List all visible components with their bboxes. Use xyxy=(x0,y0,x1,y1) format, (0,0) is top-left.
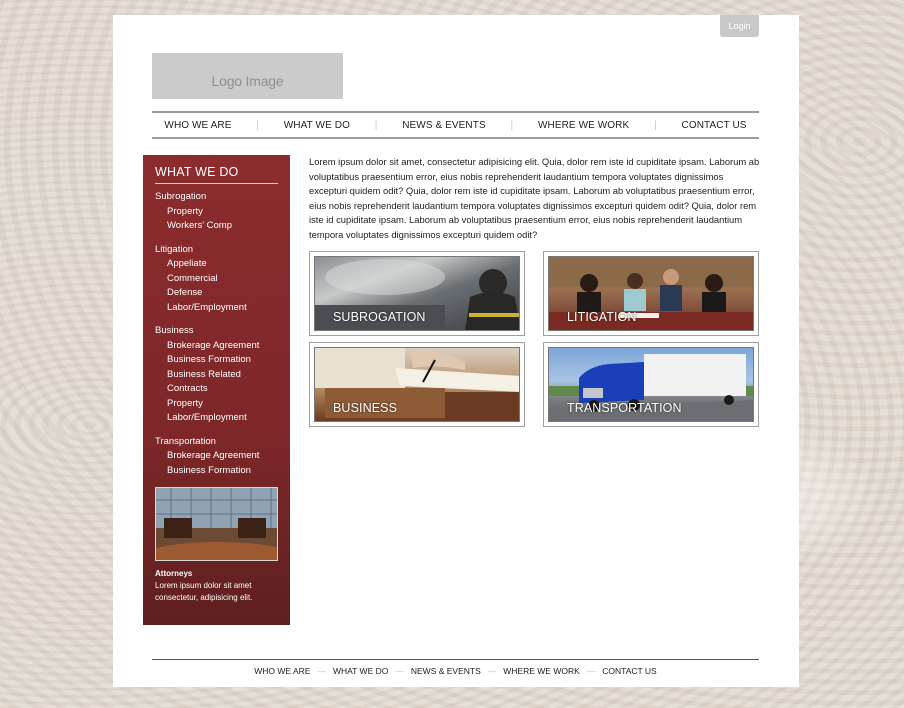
footer-link-news-events[interactable]: NEWS & EVENTS xyxy=(411,666,481,676)
tile-subrogation-caption: SUBROGATION xyxy=(333,310,426,324)
sidebar-link-contracts[interactable]: Contracts xyxy=(155,382,278,397)
sidebar-link-subrogation[interactable]: Subrogation xyxy=(155,190,278,205)
tile-subrogation-image: SUBROGATION xyxy=(314,256,520,331)
nav-news-events[interactable]: NEWS & EVENTS xyxy=(402,120,486,131)
footer-link-who-we-are[interactable]: WHO WE ARE xyxy=(254,666,310,676)
main-nav: WHO WE ARE | WHAT WE DO | NEWS & EVENTS … xyxy=(152,111,759,139)
nav-what-we-do[interactable]: WHAT WE DO xyxy=(284,120,350,131)
nav-separator: | xyxy=(374,119,378,131)
sidebar-group-subrogation: Subrogation Property Workers' Comp xyxy=(155,190,278,234)
sidebar-group-litigation: Litigation Appeliate Commercial Defense … xyxy=(155,243,278,316)
nav-where-we-work[interactable]: WHERE WE WORK xyxy=(538,120,629,131)
login-button[interactable]: Login xyxy=(720,15,759,37)
conference-room-illustration xyxy=(156,488,277,560)
sidebar-link-workers-comp[interactable]: Workers' Comp xyxy=(155,219,278,234)
attorneys-image[interactable] xyxy=(155,487,278,561)
sidebar-link-business-formation[interactable]: Business Formation xyxy=(155,353,278,368)
sidebar-link-property[interactable]: Property xyxy=(155,205,278,220)
sidebar: WHAT WE DO Subrogation Property Workers'… xyxy=(143,155,290,625)
tile-litigation[interactable]: LITIGATION xyxy=(543,251,759,336)
tile-business[interactable]: BUSINESS xyxy=(309,342,525,427)
page-container: Login Logo Image WHO WE ARE | WHAT WE DO… xyxy=(113,15,799,687)
tile-subrogation[interactable]: SUBROGATION xyxy=(309,251,525,336)
sidebar-link-business-formation[interactable]: Business Formation xyxy=(155,464,278,479)
sidebar-title: WHAT WE DO xyxy=(155,165,278,184)
attorneys-title[interactable]: Attorneys xyxy=(155,569,278,578)
nav-who-we-are[interactable]: WHO WE ARE xyxy=(164,120,231,131)
tile-litigation-image: LITIGATION xyxy=(548,256,754,331)
logo-text: Logo Image xyxy=(211,73,284,89)
footer-divider xyxy=(152,659,759,660)
sidebar-link-commercial[interactable]: Commercial xyxy=(155,272,278,287)
sidebar-link-appellate[interactable]: Appeliate xyxy=(155,257,278,272)
tile-transportation-image: TRANSPORTATION xyxy=(548,347,754,422)
sidebar-link-brokerage-agreement[interactable]: Brokerage Agreement xyxy=(155,449,278,464)
nav-contact-us[interactable]: CONTACT US xyxy=(682,120,747,131)
footer-nav: WHO WE ARE — WHAT WE DO — NEWS & EVENTS — WHER… xyxy=(152,666,759,676)
tile-transportation-caption: TRANSPORTATION xyxy=(567,401,682,415)
nav-separator: | xyxy=(654,119,657,131)
tile-business-image: BUSINESS xyxy=(314,347,520,422)
sidebar-group-business: Business Brokerage Agreement Business Fo… xyxy=(155,324,278,426)
sidebar-link-business[interactable]: Business xyxy=(155,324,278,339)
sidebar-link-defense[interactable]: Defense xyxy=(155,286,278,301)
footer-separator: — xyxy=(487,666,497,676)
sidebar-link-brokerage-agreement[interactable]: Brokerage Agreement xyxy=(155,339,278,354)
attorneys-text: Lorem ipsum dolor sit amet consectetur, … xyxy=(155,581,253,602)
sidebar-link-transportation[interactable]: Transportation xyxy=(155,435,278,450)
footer-separator: — xyxy=(395,666,404,676)
intro-paragraph: Lorem ipsum dolor sit amet, consectetur … xyxy=(309,156,760,240)
tile-litigation-caption: LITIGATION xyxy=(567,310,637,324)
sidebar-link-labor-employment[interactable]: Labor/Employment xyxy=(155,301,278,316)
nav-separator: | xyxy=(510,119,514,131)
sidebar-link-business-related[interactable]: Business Related xyxy=(155,368,278,383)
sidebar-group-transportation: Transportation Brokerage Agreement Busin… xyxy=(155,435,278,479)
nav-separator: | xyxy=(256,119,259,131)
footer-link-where-we-work[interactable]: WHERE WE WORK xyxy=(503,666,580,676)
tile-transportation[interactable]: TRANSPORTATION xyxy=(543,342,759,427)
sidebar-link-labor-employment[interactable]: Labor/Employment xyxy=(155,411,278,426)
sidebar-link-litigation[interactable]: Litigation xyxy=(155,243,278,258)
tile-business-caption: BUSINESS xyxy=(333,401,398,415)
logo-image[interactable]: Logo Image xyxy=(152,53,343,99)
footer-link-contact-us[interactable]: CONTACT US xyxy=(602,666,656,676)
sidebar-link-property[interactable]: Property xyxy=(155,397,278,412)
footer-link-what-we-do[interactable]: WHAT WE DO xyxy=(333,666,388,676)
footer-separator: — xyxy=(317,666,326,676)
footer-separator: — xyxy=(586,666,596,676)
